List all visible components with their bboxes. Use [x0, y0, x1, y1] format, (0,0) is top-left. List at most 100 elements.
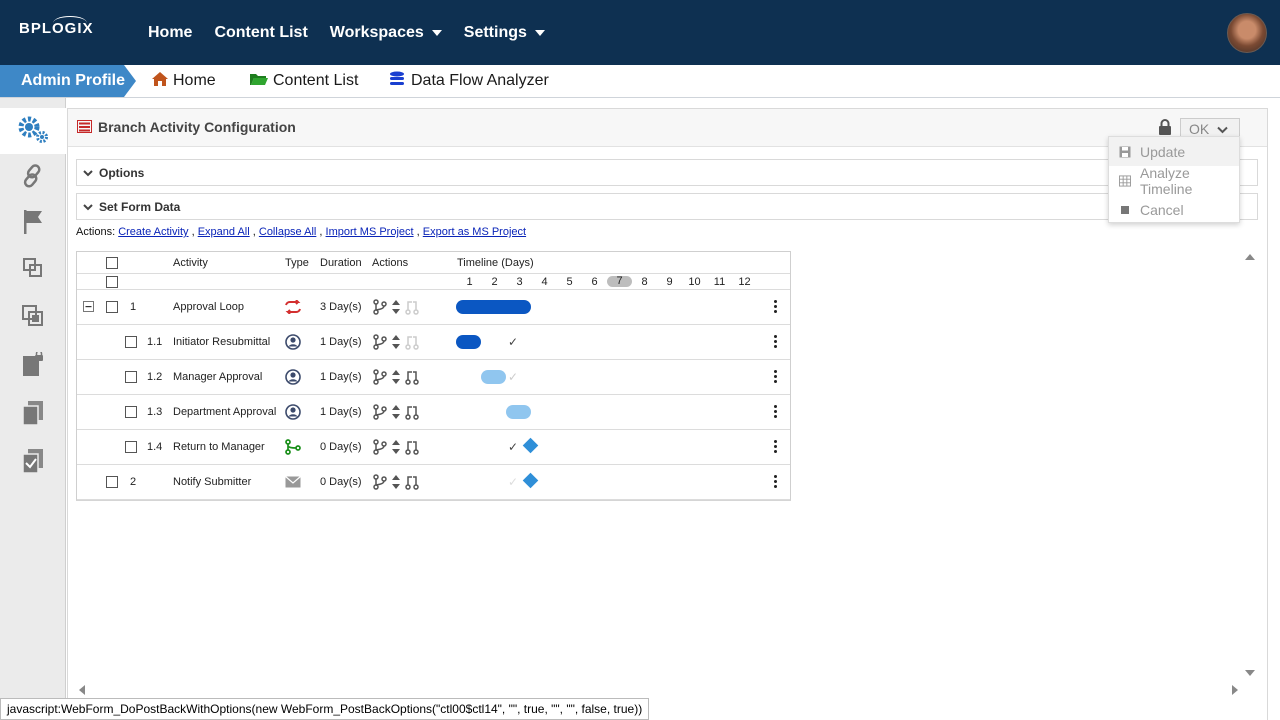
row-menu-icon[interactable] — [774, 335, 778, 350]
sidebar-item-tasks[interactable] — [0, 440, 66, 486]
sidebar-item-flags[interactable] — [0, 201, 66, 247]
move-updown-icon[interactable] — [391, 369, 401, 388]
loop-icon — [284, 299, 302, 317]
branch-action-icon[interactable] — [373, 369, 387, 388]
timeline-bar[interactable] — [456, 300, 531, 314]
set-form-data-section[interactable]: Set Form Data — [76, 193, 1258, 220]
import-ms-project-link[interactable]: Import MS Project — [326, 226, 414, 238]
milestone-diamond[interactable] — [522, 437, 539, 454]
table-row[interactable]: 2 Notify Submitter 0 Day(s) ✓ — [77, 465, 790, 500]
crumb-data-flow-analyzer[interactable]: Data Flow Analyzer — [389, 65, 549, 97]
select-all-checkbox-2[interactable] — [106, 276, 118, 288]
link-action-icon[interactable] — [405, 404, 419, 423]
activity-grid: Activity Type Duration Actions Timeline … — [76, 251, 791, 501]
table-row[interactable]: 1 Approval Loop 3 Day(s) — [77, 290, 790, 325]
crumb-content-list[interactable]: Content List — [249, 65, 358, 97]
admin-profile-crumb[interactable]: Admin Profile — [0, 65, 136, 97]
timeline-day: 4 — [541, 276, 548, 288]
separator: , — [191, 226, 195, 238]
timeline-bar[interactable] — [506, 405, 531, 419]
export-ms-project-link[interactable]: Export as MS Project — [423, 226, 526, 238]
table-row[interactable]: 1.2 Manager Approval 1 Day(s) ✓ — [77, 360, 790, 395]
check-icon: ✓ — [508, 335, 519, 349]
scroll-down-arrow[interactable] — [1245, 670, 1255, 676]
row-checkbox[interactable] — [106, 476, 118, 488]
branch-action-icon[interactable] — [373, 439, 387, 458]
folder-icon — [249, 71, 269, 92]
sidebar-item-subprocess[interactable] — [0, 247, 66, 293]
branch-action-icon[interactable] — [373, 334, 387, 353]
row-number: 1.1 — [147, 336, 163, 348]
grid-days-row: 1 2 3 4 5 6 7 8 9 10 11 12 — [77, 274, 790, 290]
milestone-diamond[interactable] — [522, 472, 539, 489]
expand-all-link[interactable]: Expand All — [198, 226, 250, 238]
branch-action-icon[interactable] — [373, 404, 387, 423]
select-all-checkbox[interactable] — [106, 257, 118, 269]
sidebar-item-locked-docs[interactable] — [0, 344, 66, 390]
chevron-down-icon — [1217, 121, 1228, 137]
breadcrumb: Admin Profile Home Content List Data Flo… — [0, 65, 1280, 98]
timeline-day: 12 — [738, 276, 751, 288]
link-action-icon[interactable] — [405, 299, 419, 318]
nav-workspaces[interactable]: Workspaces — [330, 24, 442, 42]
activity-name[interactable]: Manager Approval — [173, 371, 262, 383]
row-checkbox[interactable] — [125, 406, 137, 418]
home-icon — [151, 71, 169, 92]
move-updown-icon[interactable] — [391, 299, 401, 318]
branch-action-icon[interactable] — [373, 474, 387, 493]
link-action-icon[interactable] — [405, 474, 419, 493]
branch-action-icon[interactable] — [373, 299, 387, 318]
link-action-icon[interactable] — [405, 334, 419, 353]
timeline-bar[interactable] — [481, 370, 506, 384]
scroll-right-arrow[interactable] — [1232, 685, 1238, 695]
link-action-icon[interactable] — [405, 369, 419, 388]
row-checkbox[interactable] — [125, 441, 137, 453]
user-avatar[interactable] — [1227, 13, 1267, 53]
collapse-all-link[interactable]: Collapse All — [259, 226, 316, 238]
crumb-home-label: Home — [173, 72, 216, 89]
page-title: Branch Activity Configuration — [98, 119, 296, 135]
bplogix-logo[interactable]: BPLOGIX — [19, 16, 94, 37]
create-activity-link[interactable]: Create Activity — [118, 226, 188, 238]
link-action-icon[interactable] — [405, 439, 419, 458]
move-updown-icon[interactable] — [391, 334, 401, 353]
nav-settings[interactable]: Settings — [464, 24, 545, 42]
menu-item-update[interactable]: Update — [1109, 137, 1239, 166]
activity-name[interactable]: Notify Submitter — [173, 476, 251, 488]
move-updown-icon[interactable] — [391, 404, 401, 423]
move-updown-icon[interactable] — [391, 474, 401, 493]
table-row[interactable]: 1.3 Department Approval 1 Day(s) — [77, 395, 790, 430]
menu-item-cancel[interactable]: Cancel — [1109, 195, 1239, 224]
row-checkbox[interactable] — [106, 301, 118, 313]
sidebar-item-copy[interactable] — [0, 295, 66, 341]
crumb-home[interactable]: Home — [151, 65, 216, 97]
menu-item-analyze-timeline[interactable]: Analyze Timeline — [1109, 165, 1239, 197]
timeline-bar[interactable] — [456, 335, 481, 349]
activity-name[interactable]: Department Approval — [173, 406, 276, 418]
row-checkbox[interactable] — [125, 371, 137, 383]
row-menu-icon[interactable] — [774, 405, 778, 420]
row-menu-icon[interactable] — [774, 475, 778, 490]
activity-name[interactable]: Initiator Resubmittal — [173, 336, 270, 348]
row-menu-icon[interactable] — [774, 440, 778, 455]
row-menu-icon[interactable] — [774, 300, 778, 315]
collapse-minus-icon[interactable] — [83, 301, 94, 315]
activity-name[interactable]: Return to Manager — [173, 441, 265, 453]
table-row[interactable]: 1.1 Initiator Resubmittal 1 Day(s) ✓ — [77, 325, 790, 360]
scroll-up-arrow[interactable] — [1245, 254, 1255, 260]
nav-content-list[interactable]: Content List — [214, 24, 307, 42]
duration-value: 1 Day(s) — [320, 336, 362, 348]
row-menu-icon[interactable] — [774, 370, 778, 385]
move-updown-icon[interactable] — [391, 439, 401, 458]
nav-home[interactable]: Home — [148, 24, 192, 42]
separator: , — [416, 226, 420, 238]
activity-name[interactable]: Approval Loop — [173, 301, 244, 313]
scroll-left-arrow[interactable] — [79, 685, 85, 695]
sidebar-item-settings[interactable] — [0, 108, 66, 154]
sidebar-item-links[interactable] — [0, 155, 66, 201]
row-checkbox[interactable] — [125, 336, 137, 348]
sidebar-item-documents[interactable] — [0, 392, 66, 438]
options-section[interactable]: Options — [76, 159, 1258, 186]
grid-header-row: Activity Type Duration Actions Timeline … — [77, 252, 790, 274]
table-row[interactable]: 1.4 Return to Manager 0 Day(s) ✓ — [77, 430, 790, 465]
